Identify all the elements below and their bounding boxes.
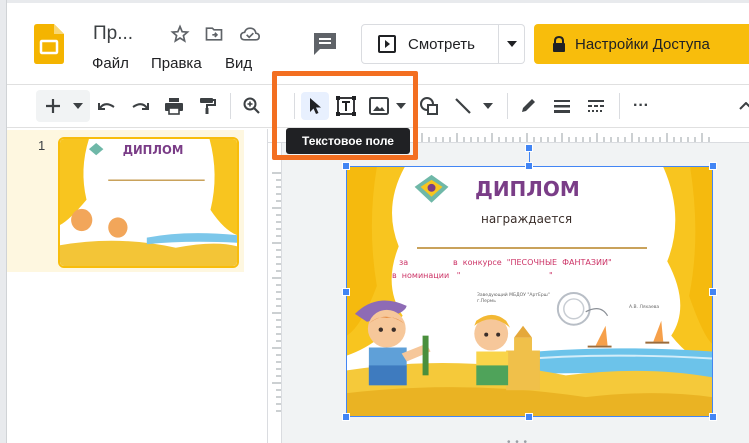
window-top-edge	[0, 0, 749, 3]
menu-file[interactable]: Файл	[92, 55, 129, 72]
vertical-ruler[interactable]	[268, 143, 282, 443]
diploma-signatory: Заведующий МБДОУ "АртЕрш" г.Пермь	[477, 293, 550, 304]
diploma-background-image	[347, 167, 712, 416]
new-slide-plus-icon[interactable]	[42, 95, 64, 117]
diploma-subtitle: награждается	[481, 212, 573, 226]
toolbar-divider	[619, 93, 620, 119]
slide-thumbnail[interactable]: ДИПЛОМ	[58, 137, 239, 268]
star-icon[interactable]	[170, 24, 190, 44]
comments-icon[interactable]	[310, 30, 340, 58]
present-button[interactable]: Смотреть	[361, 24, 499, 64]
print-icon[interactable]	[163, 95, 185, 117]
slide-number: 1	[38, 138, 46, 153]
document-title[interactable]: Пр...	[93, 23, 133, 45]
diploma-nomination-quote: "	[549, 271, 553, 280]
new-slide-dropdown-icon[interactable]	[67, 95, 89, 117]
chevron-down-icon	[506, 41, 517, 47]
resize-handle-bottom-right[interactable]	[709, 413, 717, 421]
resize-handle-right[interactable]	[709, 288, 717, 296]
rotate-handle[interactable]	[525, 144, 533, 152]
slides-logo-icon[interactable]	[34, 24, 64, 64]
resize-handle-top-right[interactable]	[709, 162, 717, 170]
shape-icon[interactable]	[418, 95, 440, 117]
share-button-label: Настройки Доступа	[575, 35, 710, 53]
border-dash-icon[interactable]	[585, 95, 607, 117]
diploma-title: ДИПЛОМ	[475, 177, 580, 201]
speaker-notes-drag-handle[interactable]: • • •	[507, 437, 528, 443]
slide-thumbnail-image: ДИПЛОМ	[60, 139, 237, 266]
present-button-label: Смотреть	[408, 35, 475, 53]
name-underline	[417, 247, 647, 249]
collapse-toolbar-icon[interactable]	[735, 95, 749, 117]
resize-handle-bottom[interactable]	[525, 413, 533, 421]
diploma-contest-line: в конкурсе "ПЕСОЧНЫЕ ФАНТАЗИИ"	[453, 258, 612, 267]
line-icon[interactable]	[452, 95, 474, 117]
zoom-icon[interactable]	[241, 95, 263, 117]
diploma-signatory-name: А.В. Ляхаева	[629, 305, 660, 310]
resize-handle-top[interactable]	[525, 162, 533, 170]
cloud-status-icon[interactable]	[239, 24, 261, 44]
diploma-nomination-line: в номинации "	[392, 271, 461, 280]
toolbar-divider	[507, 93, 508, 119]
text-box-tooltip: Текстовое поле	[286, 128, 410, 154]
redo-icon[interactable]	[129, 95, 151, 117]
lock-icon	[552, 35, 566, 52]
slide-canvas[interactable]: ДИПЛОМ награждается за в конкурсе "ПЕСОЧ…	[346, 166, 713, 417]
toolbar-divider	[230, 93, 231, 119]
svg-text:ДИПЛОМ: ДИПЛОМ	[123, 143, 184, 157]
border-weight-icon[interactable]	[551, 95, 573, 117]
share-button[interactable]: Настройки Доступа	[534, 24, 749, 64]
move-to-folder-icon[interactable]	[204, 24, 224, 44]
undo-icon[interactable]	[96, 95, 118, 117]
resize-handle-top-left[interactable]	[342, 162, 350, 170]
paint-format-icon[interactable]	[196, 95, 218, 117]
line-dropdown-icon[interactable]	[477, 95, 499, 117]
more-options-icon[interactable]: ···	[630, 95, 652, 117]
resize-handle-left[interactable]	[342, 288, 350, 296]
menu-edit[interactable]: Правка	[151, 55, 202, 72]
present-options-dropdown[interactable]	[499, 24, 525, 64]
menu-view[interactable]: Вид	[225, 55, 252, 72]
present-icon	[378, 35, 396, 53]
resize-handle-bottom-left[interactable]	[342, 413, 350, 421]
diploma-for-label: за	[399, 258, 409, 267]
border-color-icon[interactable]	[517, 95, 539, 117]
